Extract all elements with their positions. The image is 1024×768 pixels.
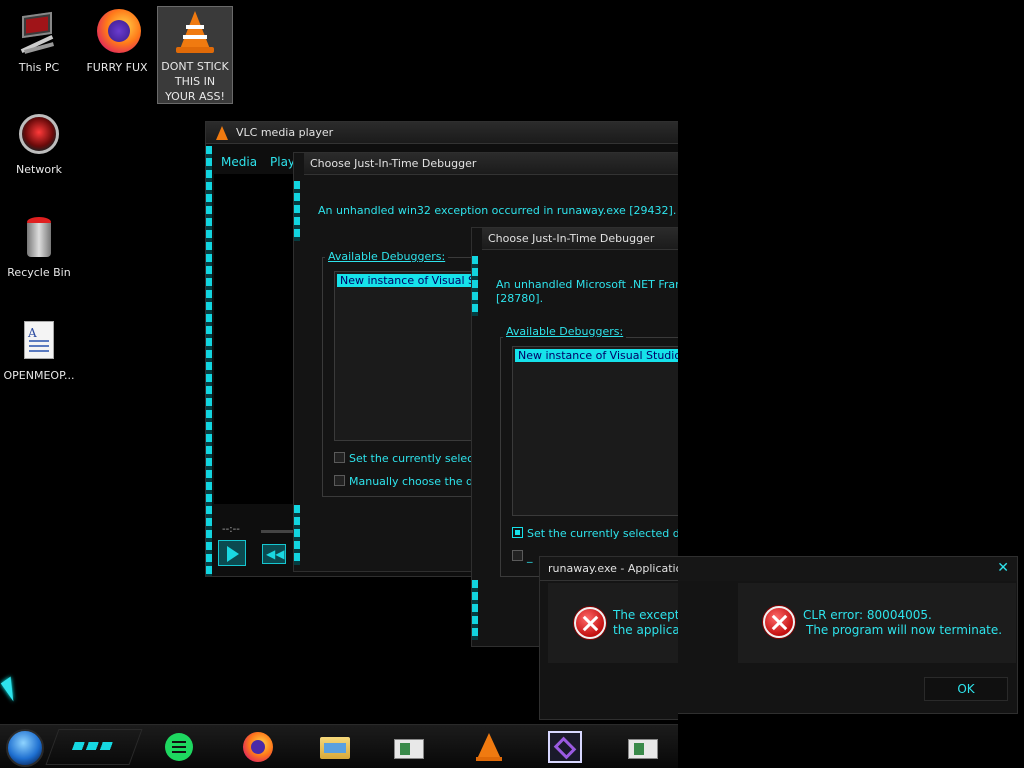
jit2-left-strip-lower [472,580,478,640]
jit2-selected-debugger[interactable]: New instance of Visual Studio Profe [515,349,678,362]
vlc-cone-icon [477,733,501,759]
menu-playback[interactable]: Play [270,155,295,169]
vlc-titlebar[interactable]: VLC media player [206,122,678,144]
jit2-check2-label: _ [527,550,533,563]
taskbar-document[interactable] [392,731,426,763]
jit2-debugger-list[interactable]: New instance of Visual Studio Profe [512,346,678,516]
start-button[interactable] [6,729,44,767]
clr-titlebar[interactable]: ✕ [678,557,1017,581]
jit2-set-default-checkbox[interactable]: Set the currently selected debu [512,527,678,540]
taskbar-visual-studio[interactable] [548,731,582,763]
jit2-left-strip [472,256,478,316]
windows-area: VLC media player Media Play --:-- ◀◀ Cho… [0,0,678,768]
error-icon [574,607,606,639]
error-icon [763,606,795,638]
apperror-msg-line2: the applicati [613,623,678,637]
apperror-titlebar[interactable]: runaway.exe - Application Error [540,557,678,581]
spotify-icon [165,733,193,761]
jit2-check1-label: Set the currently selected debu [527,527,678,540]
jit2-message-line2: [28780]. [496,292,544,305]
ok-button[interactable]: OK [924,677,1008,701]
close-icon[interactable]: ✕ [997,560,1009,576]
vlc-cone-icon [216,126,228,140]
taskbar-document-2[interactable] [626,731,660,763]
apperror-msg-line1: The exceptio [613,608,678,622]
clr-error-line2: The program will now terminate. [806,623,1003,637]
taskbar-vlc[interactable] [472,731,506,763]
clr-error-line1: CLR error: 80004005. [803,608,932,622]
jit1-set-default-checkbox[interactable]: Set the currently selected [334,452,491,465]
menu-media[interactable]: Media [221,155,257,169]
jit2-message-line1: An unhandled Microsoft .NET Framewo [496,278,678,291]
jit1-available-label: Available Debuggers: [325,250,449,263]
vlc-play-button[interactable] [218,540,246,566]
jit1-check1-label: Set the currently selected [349,452,492,465]
vlc-video-area [214,174,294,504]
taskbar-spotify[interactable] [162,731,196,763]
jit1-left-strip [294,181,300,241]
apperror-title: runaway.exe - Application Error [548,562,678,575]
jit1-message: An unhandled win32 exception occurred in… [318,204,677,217]
taskbar-firefox[interactable] [241,731,275,763]
checkbox-icon [334,475,345,486]
taskbar [0,724,678,768]
checkbox-checked-icon [512,527,523,538]
jit1-title: Choose Just-In-Time Debugger [310,157,477,170]
clr-body: CLR error: 80004005. The program will no… [738,583,1016,663]
jit1-left-strip-lower [294,505,300,565]
jit2-title: Choose Just-In-Time Debugger [488,232,655,245]
vlc-title: VLC media player [236,126,334,139]
clr-error-dialog[interactable]: ✕ CLR error: 80004005. The program will … [678,556,1018,714]
checkbox-icon [512,550,523,561]
taskbar-deco [45,729,143,765]
jit2-titlebar[interactable]: Choose Just-In-Time Debugger [482,228,678,250]
application-error-dialog[interactable]: runaway.exe - Application Error The exce… [539,556,678,720]
vlc-menubar: Media Play [214,152,304,172]
visual-studio-icon [553,736,577,760]
jit1-titlebar[interactable]: Choose Just-In-Time Debugger [304,153,678,175]
play-icon [227,546,239,562]
checkbox-icon [334,452,345,463]
vlc-time-label: --:-- [222,524,240,535]
taskbar-file-explorer[interactable] [318,731,352,763]
previous-icon: ◀◀ [266,547,285,561]
apperror-body: The exceptio the applicati [548,583,678,663]
vlc-prev-button[interactable]: ◀◀ [262,544,286,564]
jit2-available-label: Available Debuggers: [503,325,627,338]
jit2-manual-checkbox[interactable]: _ [512,550,533,563]
vlc-left-strip [206,146,212,576]
